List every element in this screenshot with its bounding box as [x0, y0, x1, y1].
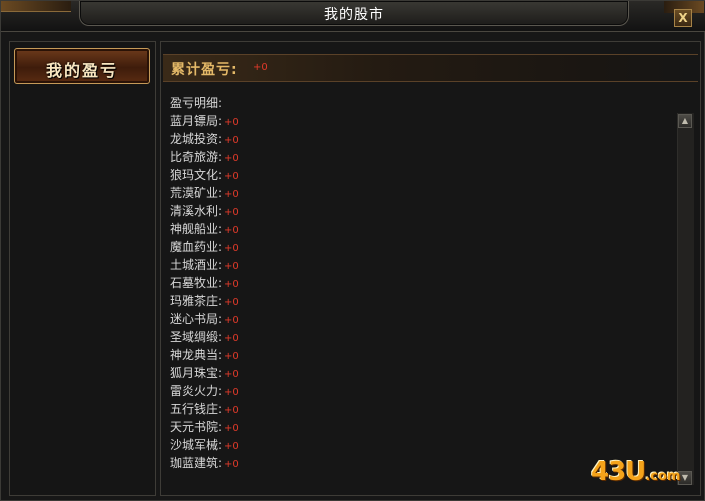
stock-profit-value: +0 — [224, 243, 239, 254]
stock-name: 比奇旅游: — [170, 150, 223, 164]
list-item: 土城酒业: +0 — [170, 256, 650, 274]
stock-name: 荒漠矿业: — [170, 186, 223, 200]
stock-name: 清溪水利: — [170, 204, 223, 218]
stock-name: 龙城投资: — [170, 132, 223, 146]
detail-heading: 盈亏明细: — [170, 96, 223, 110]
total-profit-loss-value: +0 — [253, 62, 268, 73]
profit-loss-list: 蓝月镖局: +0 龙城投资: +0 比奇旅游: +0 狼玛文化: +0 荒漠矿业: +0 清溪水利:… — [170, 112, 650, 472]
list-item: 荒漠矿业: +0 — [170, 184, 650, 202]
stock-name: 圣域绸缎: — [170, 330, 223, 344]
tab-my-profit-loss[interactable]: 我的盈亏 — [14, 48, 150, 84]
stock-profit-value: +0 — [224, 315, 239, 326]
scroll-up-button[interactable]: ▲ — [678, 114, 692, 128]
list-item: 狼玛文化: +0 — [170, 166, 650, 184]
list-item: 魔血药业: +0 — [170, 238, 650, 256]
stock-name: 沙城军械: — [170, 438, 223, 452]
list-item: 圣域绸缎: +0 — [170, 328, 650, 346]
list-item: 沙城军械: +0 — [170, 436, 650, 454]
stock-profit-value: +0 — [224, 189, 239, 200]
content-panel: 累计盈亏: +0 盈亏明细: 蓝月镖局: +0 龙城投资: +0 比奇旅游: +0 狼玛文化… — [160, 41, 701, 496]
stock-profit-value: +0 — [224, 171, 239, 182]
list-item: 珈蓝建筑: +0 — [170, 454, 650, 472]
stock-name: 雷炎火力: — [170, 384, 223, 398]
stock-profit-value: +0 — [224, 297, 239, 308]
title-plate: 我的股市 — [79, 1, 629, 26]
close-icon: X — [678, 11, 688, 25]
list-item: 清溪水利: +0 — [170, 202, 650, 220]
list-item: 天元书院: +0 — [170, 418, 650, 436]
stock-name: 神舰船业: — [170, 222, 223, 236]
triangle-up-icon: ▲ — [681, 116, 689, 125]
list-item: 蓝月镖局: +0 — [170, 112, 650, 130]
list-item: 五行钱庄: +0 — [170, 400, 650, 418]
list-item: 神舰船业: +0 — [170, 220, 650, 238]
stock-profit-value: +0 — [224, 351, 239, 362]
stock-profit-value: +0 — [224, 441, 239, 452]
stock-name: 狐月珠宝: — [170, 366, 223, 380]
stock-profit-value: +0 — [224, 405, 239, 416]
stock-name: 土城酒业: — [170, 258, 223, 272]
list-item: 玛雅茶庄: +0 — [170, 292, 650, 310]
stock-name: 天元书院: — [170, 420, 223, 434]
total-profit-loss-label: 累计盈亏: — [171, 62, 238, 78]
scrollbar-track[interactable] — [677, 113, 694, 485]
list-item: 神龙典当: +0 — [170, 346, 650, 364]
stock-name: 珈蓝建筑: — [170, 456, 223, 470]
stock-name: 玛雅茶庄: — [170, 294, 223, 308]
close-button[interactable]: X — [674, 9, 692, 27]
stock-profit-value: +0 — [224, 117, 239, 128]
stock-name: 狼玛文化: — [170, 168, 223, 182]
stock-profit-value: +0 — [224, 279, 239, 290]
stock-profit-value: +0 — [224, 423, 239, 434]
list-item: 雷炎火力: +0 — [170, 382, 650, 400]
stock-profit-value: +0 — [224, 135, 239, 146]
list-item: 迷心书局: +0 — [170, 310, 650, 328]
list-item: 狐月珠宝: +0 — [170, 364, 650, 382]
stock-profit-value: +0 — [224, 369, 239, 380]
stock-window: 我的股市 X 我的盈亏 累计盈亏: +0 盈亏明细: 蓝月镖局: +0 龙城投资: +… — [0, 0, 705, 501]
sidebar: 我的盈亏 — [9, 41, 156, 496]
stock-name: 石墓牧业: — [170, 276, 223, 290]
list-item: 龙城投资: +0 — [170, 130, 650, 148]
triangle-down-icon: ▼ — [681, 473, 689, 482]
stock-profit-value: +0 — [224, 261, 239, 272]
stock-name: 蓝月镖局: — [170, 114, 223, 128]
list-item: 比奇旅游: +0 — [170, 148, 650, 166]
stock-profit-value: +0 — [224, 153, 239, 164]
stock-profit-value: +0 — [224, 459, 239, 470]
site-watermark-logo: 43U.com — [591, 457, 680, 487]
stock-profit-value: +0 — [224, 387, 239, 398]
window-title: 我的股市 — [324, 7, 384, 23]
stock-profit-value: +0 — [224, 333, 239, 344]
stock-name: 五行钱庄: — [170, 402, 223, 416]
title-ornament-left — [1, 1, 71, 12]
stock-profit-value: +0 — [224, 225, 239, 236]
watermark-suffix: .com — [645, 469, 681, 484]
stock-name: 神龙典当: — [170, 348, 223, 362]
stock-profit-value: +0 — [224, 207, 239, 218]
total-profit-loss-bar: 累计盈亏: +0 — [163, 54, 698, 82]
watermark-main: 43U — [591, 457, 646, 487]
stock-name: 迷心书局: — [170, 312, 223, 326]
stock-name: 魔血药业: — [170, 240, 223, 254]
tab-label: 我的盈亏 — [45, 61, 118, 80]
list-item: 石墓牧业: +0 — [170, 274, 650, 292]
